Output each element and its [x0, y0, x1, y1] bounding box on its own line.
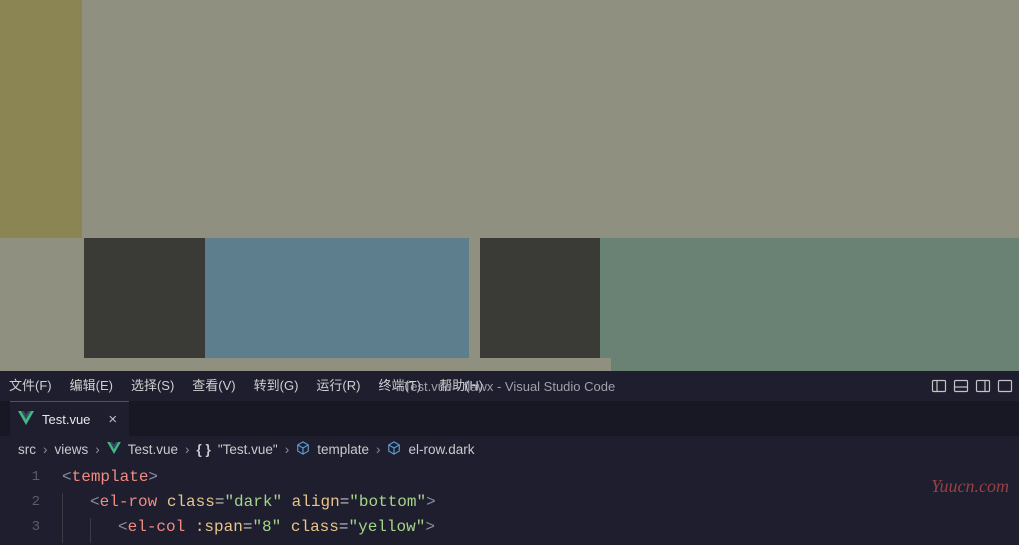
chevron-right-icon: › [95, 442, 100, 457]
menu-run[interactable]: 运行(R) [307, 371, 369, 401]
tab-label: Test.vue [42, 412, 90, 427]
menubar: 文件(F) 编辑(E) 选择(S) 查看(V) 转到(G) 运行(R) 终端(T… [0, 371, 1019, 401]
bc-quote[interactable]: "Test.vue" [218, 442, 278, 457]
layout-sidebar-left-icon[interactable] [931, 378, 947, 394]
menu-terminal[interactable]: 终端(T) [369, 371, 430, 401]
layout-controls [931, 378, 1019, 394]
menu-goto[interactable]: 转到(G) [245, 371, 308, 401]
tabbar: Test.vue × [0, 401, 1019, 436]
menu-help[interactable]: 帮助(H) [430, 371, 492, 401]
chevron-right-icon: › [185, 442, 190, 457]
chevron-right-icon: › [285, 442, 290, 457]
cube-icon [296, 441, 310, 458]
preview-panel [0, 0, 1019, 371]
layout-panel-bottom-icon[interactable] [953, 378, 969, 394]
code-content: <template> [62, 468, 158, 486]
code-content: <el-col :span="8" class="yellow"> [62, 518, 435, 536]
menu-edit[interactable]: 编辑(E) [61, 371, 122, 401]
dark-block-2 [480, 238, 600, 358]
code-line[interactable]: 1<template> [0, 464, 1019, 489]
code-line[interactable]: 3<el-col :span="8" class="yellow"> [0, 514, 1019, 539]
el-row-preview [0, 238, 1019, 358]
chevron-right-icon: › [376, 442, 381, 457]
bc-src[interactable]: src [18, 442, 36, 457]
blue-block [205, 238, 469, 358]
green-block-extend [611, 358, 1019, 371]
yellow-column [0, 0, 82, 238]
breadcrumb: src › views › Test.vue › { } "Test.vue" … [0, 436, 1019, 462]
code-editor[interactable]: 1<template>2<el-row class="dark" align="… [0, 462, 1019, 539]
layout-customize-icon[interactable] [997, 378, 1013, 394]
tab-test-vue[interactable]: Test.vue × [10, 401, 129, 436]
cube-icon [387, 441, 401, 458]
menu-select[interactable]: 选择(S) [122, 371, 183, 401]
vscode-window: 文件(F) 编辑(E) 选择(S) 查看(V) 转到(G) 运行(R) 终端(T… [0, 371, 1019, 539]
line-number: 2 [0, 494, 62, 510]
layout-sidebar-right-icon[interactable] [975, 378, 991, 394]
vue-icon [18, 411, 34, 428]
menu-view[interactable]: 查看(V) [183, 371, 244, 401]
chevron-right-icon: › [43, 442, 48, 457]
code-content: <el-row class="dark" align="bottom"> [62, 493, 436, 511]
line-number: 3 [0, 519, 62, 535]
vue-icon [107, 442, 121, 457]
menu-file[interactable]: 文件(F) [0, 371, 61, 401]
bc-views[interactable]: views [55, 442, 89, 457]
bc-file[interactable]: Test.vue [128, 442, 178, 457]
close-icon[interactable]: × [108, 411, 117, 428]
braces-icon: { } [197, 442, 211, 457]
dark-block-1 [84, 238, 205, 358]
code-line[interactable]: 2<el-row class="dark" align="bottom"> [0, 489, 1019, 514]
bc-elrow[interactable]: el-row.dark [408, 442, 474, 457]
line-number: 1 [0, 469, 62, 485]
bc-template[interactable]: template [317, 442, 369, 457]
green-block [600, 238, 1019, 358]
